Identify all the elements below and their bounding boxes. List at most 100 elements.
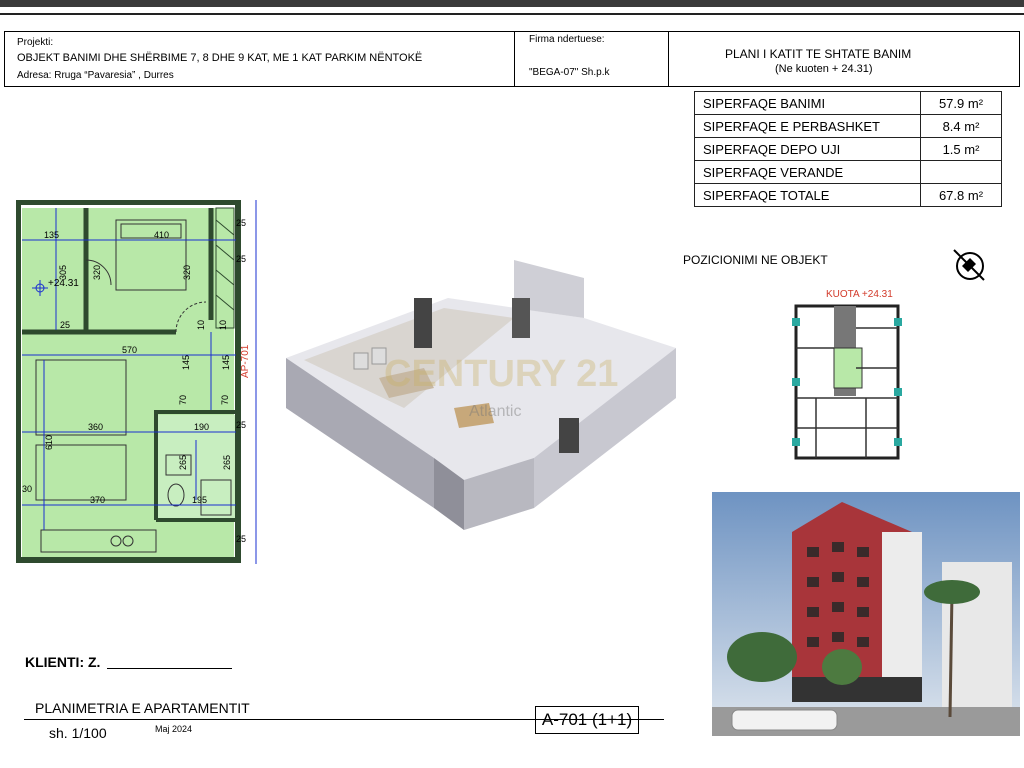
dim-label: 360 — [88, 422, 103, 432]
floor-plan: +24.31 135 410 305 320 320 570 145 145 1… — [16, 200, 257, 564]
render-picture — [353, 352, 369, 370]
palm-trunk — [948, 591, 954, 718]
dim-label: 25 — [60, 320, 70, 330]
window — [832, 602, 844, 612]
dim-label: 190 — [194, 422, 209, 432]
area-value — [920, 160, 1002, 184]
project-address: Adresa: Rruga “Pavaresia” , Durres — [17, 70, 174, 81]
dim-label: 25 — [236, 420, 246, 430]
area-value: 8.4 m² — [920, 114, 1002, 138]
area-label: SIPERFAQE TOTALE — [694, 183, 921, 207]
kuota-label: KUOTA +24.31 — [826, 289, 893, 300]
area-label: SIPERFAQE BANIMI — [694, 91, 921, 115]
client-name-line — [107, 668, 232, 669]
area-value: 1.5 m² — [920, 137, 1002, 161]
dim-label: 145 — [181, 355, 191, 370]
area-row: SIPERFAQE E PERBASHKET 8.4 m² — [694, 114, 1002, 138]
top-line — [0, 13, 1024, 15]
dim-label: 370 — [90, 495, 105, 505]
ground-floor — [792, 677, 922, 702]
window — [807, 547, 819, 557]
firm-name: "BEGA-07" Sh.p.k — [529, 67, 610, 78]
area-label: SIPERFAQE VERANDE — [694, 160, 921, 184]
window — [832, 542, 844, 552]
plan-title-cell: PLANI I KATIT TE SHTATE BANIM (Ne kuoten… — [669, 32, 1019, 86]
dim-label: 25 — [236, 534, 246, 544]
window — [832, 632, 844, 642]
dim-label: 410 — [154, 230, 169, 240]
column-marker — [792, 378, 800, 386]
facade-white — [882, 532, 922, 702]
plan-subtitle: (Ne kuoten + 24.31) — [775, 63, 873, 75]
render-window — [512, 298, 530, 338]
positioning-title: POZICIONIMI NE OBJEKT — [683, 253, 828, 267]
dim-label: 195 — [192, 495, 207, 505]
dim-label: 320 — [182, 265, 192, 280]
dim-label: 320 — [92, 265, 102, 280]
window — [857, 547, 869, 557]
dim-label: 570 — [122, 345, 137, 355]
tree — [822, 649, 862, 685]
window — [857, 607, 869, 617]
dim-label: 70 — [220, 395, 230, 405]
watermark-sub: Atlantic — [469, 403, 521, 420]
tree — [727, 632, 797, 682]
building-render-photo — [712, 492, 1020, 736]
apartment-tag: AP-701 — [240, 344, 251, 378]
window — [807, 577, 819, 587]
apartment-3d-render: CENTURY 21 Atlantic — [286, 260, 676, 530]
dim-label: 25 — [236, 218, 246, 228]
apartment-code: A-701 (1+1) — [535, 706, 639, 734]
dim-label: 305 — [58, 265, 68, 280]
area-row: SIPERFAQE BANIMI 57.9 m² — [694, 91, 1002, 115]
window — [832, 572, 844, 582]
area-table: SIPERFAQE BANIMI 57.9 m² SIPERFAQE E PERB… — [694, 91, 1002, 207]
column-marker — [894, 388, 902, 396]
column-marker — [792, 318, 800, 326]
title-block: Projekti: OBJEKT BANIMI DHE SHËRBIME 7, … — [4, 31, 1020, 87]
render-window — [414, 298, 432, 348]
area-row: SIPERFAQE TOTALE 67.8 m² — [694, 183, 1002, 207]
dim-label: 70 — [178, 395, 188, 405]
area-value: 57.9 m² — [920, 91, 1002, 115]
client-label: KLIENTI: Z. — [25, 654, 101, 670]
firm-label: Firma ndertuese: — [529, 34, 605, 45]
dim-label: 265 — [178, 455, 188, 470]
dim-label: 30 — [22, 484, 32, 494]
dim-label: 25 — [236, 254, 246, 264]
bedroom-area — [22, 208, 234, 336]
column-marker — [894, 318, 902, 326]
area-value: 67.8 m² — [920, 183, 1002, 207]
window — [807, 607, 819, 617]
scale-label: sh. 1/100 — [49, 725, 107, 741]
project-cell: Projekti: OBJEKT BANIMI DHE SHËRBIME 7, … — [5, 32, 515, 86]
area-label: SIPERFAQE DEPO UJI — [694, 137, 921, 161]
north-arrow-icon — [953, 249, 985, 281]
dim-label: 265 — [222, 455, 232, 470]
dim-label: 10 — [196, 320, 206, 330]
project-label: Projekti: — [17, 37, 54, 48]
watermark-brand: CENTURY 21 — [384, 353, 618, 395]
dim-label: 135 — [44, 230, 59, 240]
window — [857, 637, 869, 647]
window — [807, 637, 819, 647]
firm-cell: Firma ndertuese: "BEGA-07" Sh.p.k — [515, 32, 669, 86]
dim-label: 145 — [221, 355, 231, 370]
car — [731, 709, 838, 731]
area-label: SIPERFAQE E PERBASHKET — [694, 114, 921, 138]
date-label: Maj 2024 — [155, 724, 193, 734]
render-door — [559, 418, 579, 453]
dim-label: 10 — [218, 320, 228, 330]
window — [857, 577, 869, 587]
palm-crown — [924, 580, 980, 604]
dim-label: 610 — [44, 435, 54, 450]
area-row: SIPERFAQE VERANDE — [694, 160, 1002, 184]
area-row: SIPERFAQE DEPO UJI 1.5 m² — [694, 137, 1002, 161]
top-border — [0, 0, 1024, 7]
document-title: PLANIMETRIA E APARTAMENTIT — [35, 700, 250, 716]
plan-title: PLANI I KATIT TE SHTATE BANIM — [725, 47, 912, 61]
project-title: OBJEKT BANIMI DHE SHËRBIME 7, 8 DHE 9 KA… — [17, 52, 423, 64]
column-marker — [894, 438, 902, 446]
column-marker — [792, 438, 800, 446]
building-position-plan: KUOTA +24.31 — [792, 289, 902, 460]
